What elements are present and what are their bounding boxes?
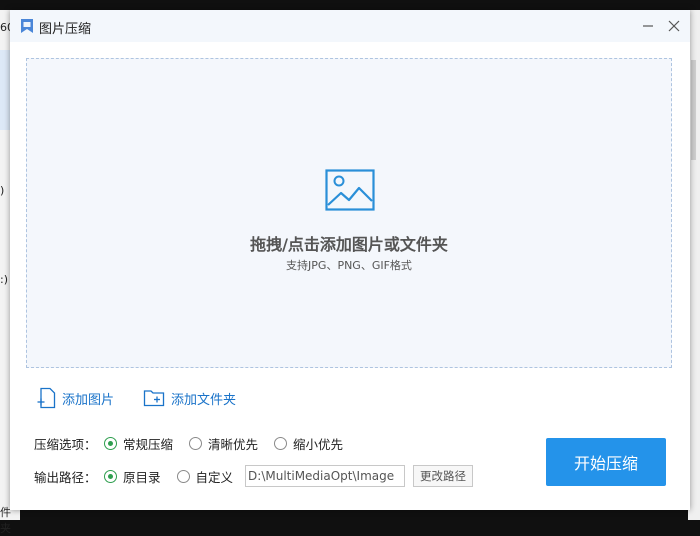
add-folder-label: 添加文件夹 <box>171 392 237 408</box>
radio-label: 缩小优先 <box>293 436 344 452</box>
background-scroll-thumb <box>691 60 696 160</box>
output-path-input[interactable] <box>245 465 406 487</box>
radio-button[interactable] <box>104 469 117 483</box>
close-icon <box>668 20 680 32</box>
radio-normal-compress[interactable]: 常规压缩 <box>104 434 173 453</box>
image-icon <box>325 169 375 211</box>
output-path-label: 输出路径： <box>34 469 97 485</box>
background-text: ) <box>0 184 5 197</box>
radio-button[interactable] <box>104 436 117 450</box>
drop-zone-title: 拖拽/点击添加图片或文件夹 <box>250 235 448 254</box>
background-panel <box>0 50 10 130</box>
add-folder-icon <box>143 390 165 407</box>
add-folder-button[interactable]: 添加文件夹 <box>143 386 236 410</box>
add-image-icon <box>37 387 56 409</box>
change-path-button[interactable]: 更改路径 <box>413 465 474 487</box>
add-image-label: 添加图片 <box>62 392 115 408</box>
radio-button[interactable] <box>189 436 203 450</box>
radio-button[interactable] <box>176 469 190 483</box>
title-bar: 图片压缩 <box>10 10 690 42</box>
radio-label: 常规压缩 <box>123 436 174 452</box>
compress-options-label: 压缩选项： <box>34 436 97 452</box>
radio-label: 自定义 <box>195 469 234 485</box>
watermark: 知乎用户 <box>596 488 672 509</box>
output-path-row: 输出路径： 原目录 自定义 更改路径 <box>34 465 474 487</box>
dialog-title: 图片压缩 <box>39 22 92 37</box>
radio-button[interactable] <box>274 436 288 450</box>
image-compress-dialog: 图片压缩 拖拽/点击添加图片或文件夹 支持JPG、PNG、GIF格式 添加图片 … <box>10 10 690 510</box>
radio-original-dir[interactable]: 原目录 <box>104 467 161 486</box>
background-text: :) <box>0 273 8 286</box>
minimize-button[interactable] <box>636 14 660 38</box>
add-image-button[interactable]: 添加图片 <box>36 386 114 410</box>
drop-zone[interactable]: 拖拽/点击添加图片或文件夹 支持JPG、PNG、GIF格式 <box>26 58 672 368</box>
drop-zone-subtitle: 支持JPG、PNG、GIF格式 <box>286 259 412 272</box>
minimize-icon <box>643 25 653 27</box>
compress-options-row: 压缩选项： 常规压缩 清晰优先 缩小优先 <box>34 432 359 454</box>
radio-label: 清晰优先 <box>208 436 259 452</box>
radio-custom-dir[interactable]: 自定义 <box>176 467 234 486</box>
radio-clarity-first[interactable]: 清晰优先 <box>189 434 258 453</box>
close-button[interactable] <box>662 14 686 38</box>
app-logo-icon <box>21 19 33 33</box>
start-compress-button[interactable]: 开始压缩 <box>546 438 666 486</box>
radio-label: 原目录 <box>123 469 161 485</box>
radio-size-first[interactable]: 缩小优先 <box>274 434 343 453</box>
